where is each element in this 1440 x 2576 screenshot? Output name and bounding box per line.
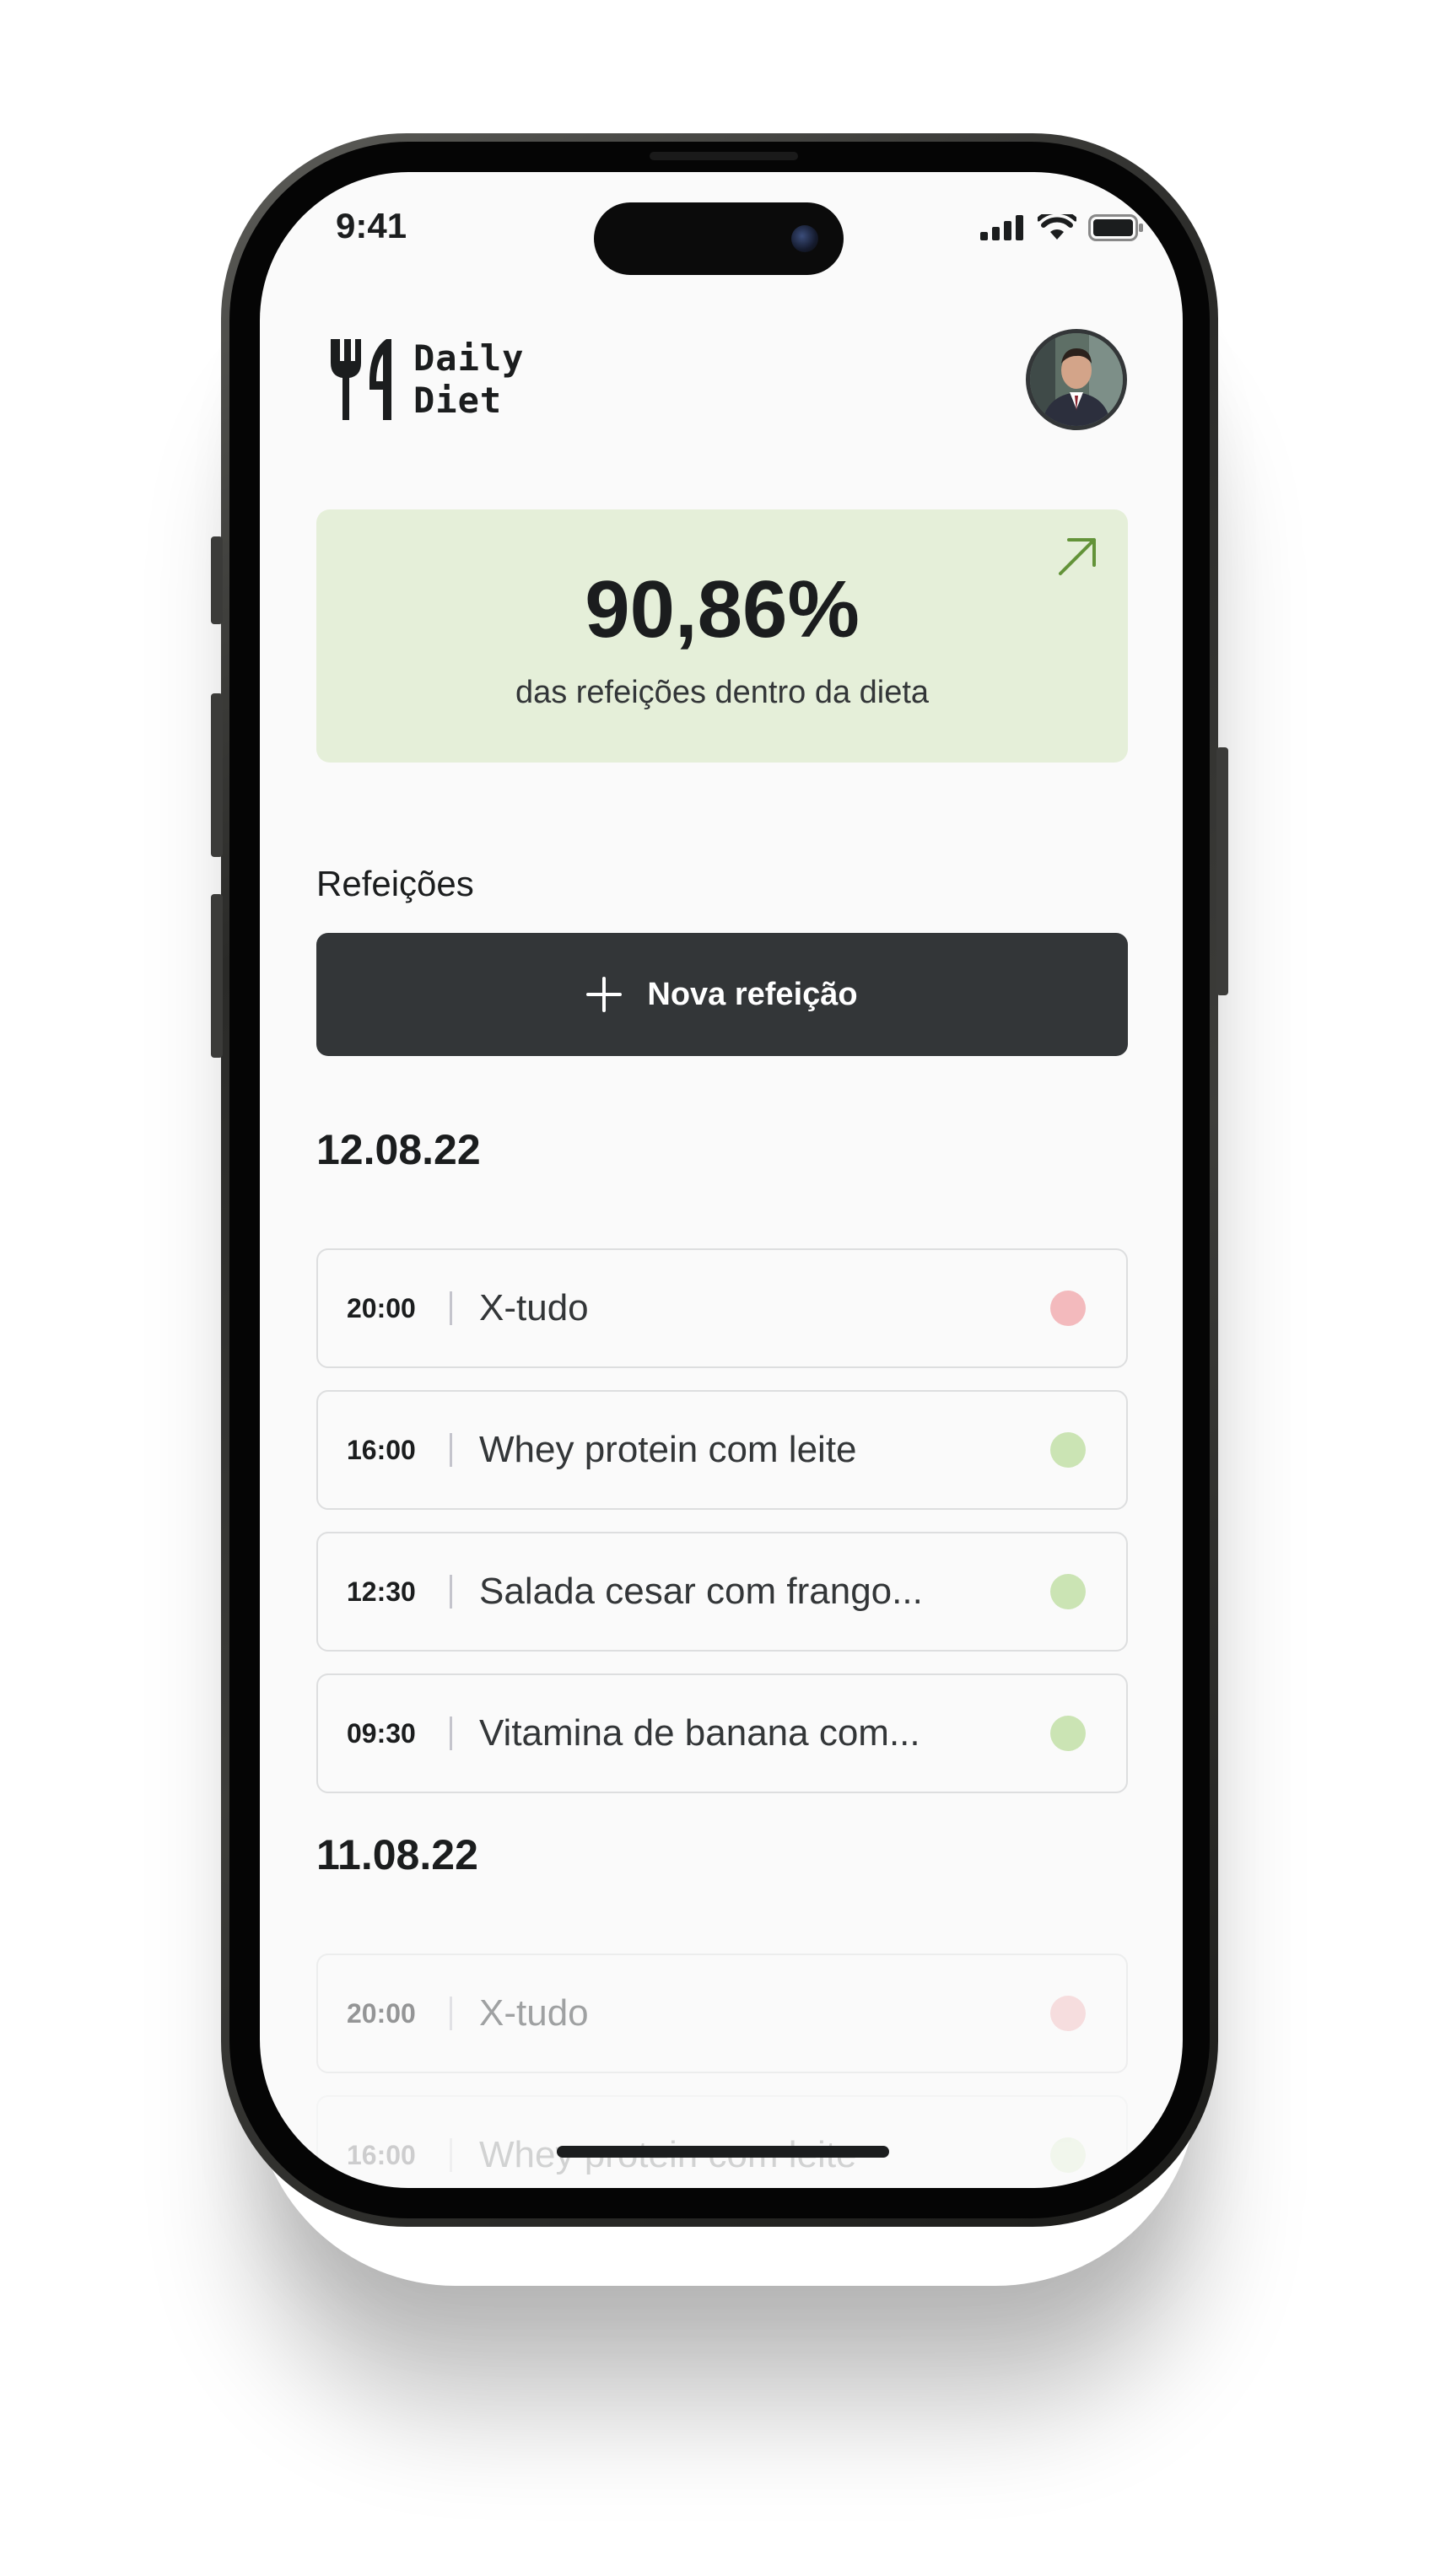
off-diet-status-dot [1050,1996,1086,2031]
meal-name: X-tudo [479,1287,589,1328]
avatar-photo [1030,333,1123,426]
home-indicator[interactable] [557,2146,889,2158]
meal-item[interactable]: 16:00 Whey protein com leite [316,2095,1128,2188]
meal-time: 20:00 [347,1997,416,2029]
meal-name: Salada cesar com frango... [479,1571,923,1612]
status-icons [980,214,1144,241]
meal-item[interactable]: 20:00 X-tudo [316,1248,1128,1368]
meal-divider [450,1433,452,1467]
in-diet-status-dot [1050,2137,1086,2173]
new-meal-label: Nova refeição [647,976,858,1012]
wifi-icon [1038,214,1076,240]
date-heading: 11.08.22 [316,1831,478,1878]
meal-divider [450,1575,452,1609]
app-logo: Daily Diet [326,337,524,422]
meal-item[interactable]: 09:30 Vitamina de banana com... [316,1673,1128,1793]
diet-percentage-card[interactable]: 90,86% das refeições dentro da dieta [316,509,1128,763]
diet-percentage-label: das refeições dentro da dieta [515,675,930,710]
meal-divider [450,1997,452,2030]
meal-item[interactable]: 20:00 X-tudo [316,1954,1128,2073]
in-diet-status-dot [1050,1716,1086,1751]
new-meal-button[interactable]: Nova refeição [316,933,1128,1056]
meal-time: 16:00 [347,2139,416,2170]
volume-down-button [211,894,223,1058]
meal-time: 09:30 [347,1717,416,1749]
silent-switch [211,536,223,624]
app-screen: 9:41 Daily Diet 90,86% das refeições den… [260,172,1183,2188]
meal-divider [450,2138,452,2172]
arrow-up-right-icon[interactable] [1055,535,1099,579]
plus-icon [586,977,623,1012]
date-heading: 12.08.22 [316,1126,481,1173]
meal-name: X-tudo [479,1992,589,2034]
meal-time: 20:00 [347,1292,416,1323]
meal-name: Vitamina de banana com... [479,1712,920,1754]
meal-item[interactable]: 12:30 Salada cesar com frango... [316,1532,1128,1652]
diet-percentage-value: 90,86% [585,564,860,655]
status-time: 9:41 [336,206,407,245]
meal-divider [450,1716,452,1750]
earpiece-speaker [650,152,798,160]
cellular-signal-icon [980,215,1023,240]
logo-word-daily: Daily [413,337,525,379]
meal-divider [450,1291,452,1325]
meal-name: Whey protein com leite [479,1429,857,1470]
off-diet-status-dot [1050,1291,1086,1326]
meal-time: 12:30 [347,1576,416,1607]
meal-item[interactable]: 16:00 Whey protein com leite [316,1390,1128,1510]
meal-time: 16:00 [347,1434,416,1465]
volume-up-button [211,693,223,857]
in-diet-status-dot [1050,1574,1086,1609]
battery-icon [1088,214,1143,241]
logo-word-diet: Diet [413,380,503,421]
fork-knife-icon [331,339,391,420]
power-button [1216,747,1228,995]
in-diet-status-dot [1050,1432,1086,1468]
meals-section-title: Refeições [316,864,474,903]
front-camera-icon [791,225,818,252]
user-avatar[interactable] [1026,329,1127,430]
dynamic-island [594,202,844,275]
